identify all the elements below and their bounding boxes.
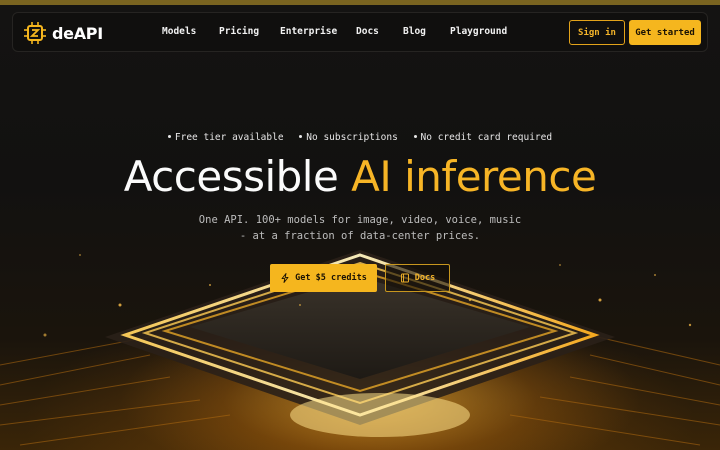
nav-link-docs[interactable]: Docs <box>356 26 379 37</box>
feature-badges: Free tier available No subscriptions No … <box>0 132 720 143</box>
get-credits-button[interactable]: Get $5 credits <box>270 264 377 292</box>
bullet-icon <box>413 135 417 138</box>
headline-white: Accessible <box>123 152 339 201</box>
subtitle-line-1: One API. 100+ models for image, video, v… <box>198 214 522 226</box>
badge-no-credit-card: No credit card required <box>413 132 552 143</box>
sign-in-button[interactable]: Sign in <box>569 20 625 45</box>
nav-link-playground[interactable]: Playground <box>450 26 507 37</box>
hero-headline: Accessible AI inference <box>0 152 720 202</box>
badge-free-tier: Free tier available <box>167 132 284 143</box>
headline-accent: AI inference <box>351 152 597 201</box>
docs-button[interactable]: Docs <box>385 264 450 292</box>
subtitle-line-2: - at a fraction of data-center prices. <box>239 230 481 242</box>
chip-icon <box>24 22 46 44</box>
book-icon <box>400 273 409 283</box>
nav-link-blog[interactable]: Blog <box>403 26 426 37</box>
nav-link-enterprise[interactable]: Enterprise <box>280 26 337 37</box>
brand-logo[interactable]: deAPI <box>23 20 103 46</box>
hero-subtitle: One API. 100+ models for image, video, v… <box>0 212 720 244</box>
get-started-button[interactable]: Get started <box>629 20 701 45</box>
badge-no-subscriptions: No subscriptions <box>299 132 398 143</box>
lightning-icon <box>281 273 289 283</box>
nav-link-models[interactable]: Models <box>162 26 196 37</box>
bullet-icon <box>167 135 171 138</box>
top-navigation-bar: deAPI Models Pricing Enterprise Docs Blo… <box>12 12 708 52</box>
brand-name: deAPI <box>52 23 103 43</box>
bullet-icon <box>299 135 303 138</box>
nav-link-pricing[interactable]: Pricing <box>219 26 259 37</box>
